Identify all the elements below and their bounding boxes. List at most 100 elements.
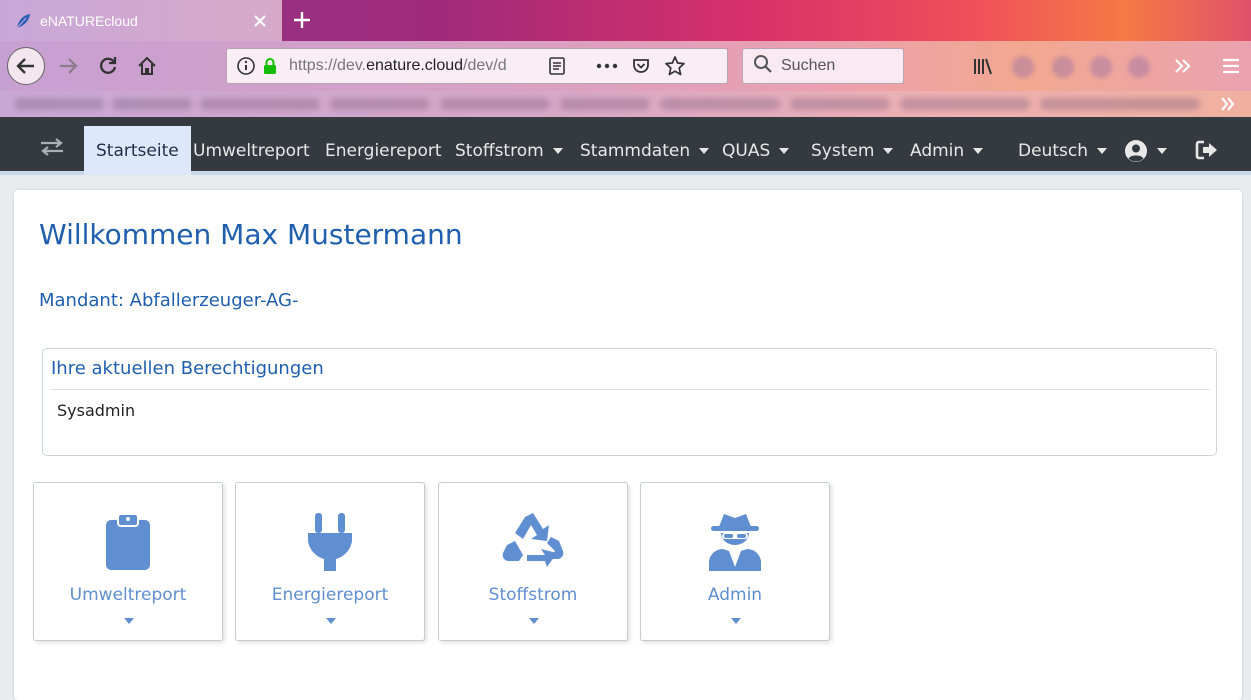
- caret-down-icon: [1157, 148, 1167, 154]
- nav-item-quas[interactable]: QUAS: [722, 126, 790, 175]
- bookmarks-bar: [0, 91, 1251, 117]
- sidebar-toggle-button[interactable]: [38, 136, 66, 158]
- extension-icon[interactable]: [1012, 56, 1034, 78]
- tenant-label: Mandant: Abfallerzeuger-AG-: [39, 290, 299, 311]
- caret-down-icon: [1096, 147, 1107, 154]
- permissions-title: Ihre aktuellen Berechtigungen: [51, 358, 324, 379]
- bookmarks-overflow-button[interactable]: [1216, 93, 1240, 115]
- caret-down-icon: [883, 147, 894, 154]
- bookmark-item[interactable]: [560, 98, 650, 110]
- url-prefix: https://dev.: [289, 57, 367, 74]
- search-bar[interactable]: Suchen: [742, 48, 904, 84]
- nav-item-admin[interactable]: Admin: [910, 126, 984, 175]
- bookmark-item[interactable]: [14, 98, 104, 110]
- hamburger-icon: [1223, 58, 1239, 74]
- recycle-icon: [439, 511, 627, 573]
- caret-down-icon: [552, 147, 563, 154]
- bookmark-item[interactable]: [200, 98, 320, 110]
- browser-tab-bar: eNATUREcloud: [0, 0, 1251, 41]
- exchange-icon: [41, 138, 63, 156]
- app-navbar: Startseite Umweltreport Energiereport St…: [0, 117, 1251, 175]
- permission-role: Sysadmin: [57, 401, 136, 420]
- double-chevron-right-icon: [1221, 97, 1235, 111]
- back-button[interactable]: [7, 47, 45, 85]
- extension-icon[interactable]: [1128, 56, 1150, 78]
- bookmark-item[interactable]: [330, 98, 430, 110]
- tile-energiereport[interactable]: Energiereport: [235, 482, 425, 641]
- tile-umweltreport[interactable]: Umweltreport: [33, 482, 223, 641]
- tab-title: eNATUREcloud: [40, 12, 138, 29]
- logout-button[interactable]: [1194, 138, 1220, 162]
- divider: [50, 389, 1210, 390]
- info-icon[interactable]: [235, 55, 257, 77]
- tile-stoffstrom[interactable]: Stoffstrom: [438, 482, 628, 641]
- tile-admin[interactable]: Admin: [640, 482, 830, 641]
- home-icon: [138, 56, 156, 75]
- language-label: Deutsch: [1018, 140, 1088, 161]
- bookmark-item[interactable]: [900, 98, 1030, 110]
- leaf-icon: [14, 12, 32, 30]
- url-text[interactable]: https://dev.enature.cloud/dev/d: [289, 57, 535, 75]
- plug-icon: [236, 511, 424, 573]
- close-icon[interactable]: [248, 9, 272, 33]
- caret-down-icon: [973, 147, 984, 154]
- nav-item-label: Stoffstrom: [455, 140, 544, 161]
- nav-item-label: Startseite: [96, 140, 179, 161]
- permissions-card: Ihre aktuellen Berechtigungen Sysadmin: [42, 348, 1217, 456]
- bookmark-star-icon[interactable]: [663, 54, 687, 78]
- search-placeholder: Suchen: [781, 57, 836, 74]
- reload-icon: [100, 57, 117, 74]
- browser-toolbar: https://dev.enature.cloud/dev/d Suchen: [0, 41, 1251, 91]
- caret-down-icon: [124, 618, 134, 624]
- user-menu[interactable]: [1124, 139, 1167, 163]
- caret-down-icon: [779, 147, 790, 154]
- caret-down-icon: [731, 618, 741, 624]
- caret-down-icon: [326, 618, 336, 624]
- nav-item-stammdaten[interactable]: Stammdaten: [580, 126, 710, 175]
- bookmark-item[interactable]: [440, 98, 550, 110]
- toolbar-overflow-button[interactable]: [1170, 53, 1196, 79]
- language-selector[interactable]: Deutsch: [1018, 126, 1107, 175]
- nav-item-system[interactable]: System: [811, 126, 894, 175]
- url-path: /dev/d: [463, 57, 507, 74]
- address-bar[interactable]: https://dev.enature.cloud/dev/d: [226, 48, 728, 84]
- tile-label: Admin: [707, 585, 763, 605]
- home-button[interactable]: [133, 52, 161, 80]
- nav-item-umweltreport[interactable]: Umweltreport: [193, 126, 310, 175]
- reader-view-icon[interactable]: [545, 54, 569, 78]
- user-circle-icon: [1125, 140, 1147, 162]
- url-host: enature.cloud: [366, 57, 464, 74]
- hamburger-menu-button[interactable]: [1218, 53, 1244, 79]
- reload-button[interactable]: [94, 52, 122, 80]
- new-tab-button[interactable]: [288, 6, 316, 34]
- tile-label: Energiereport: [271, 585, 389, 605]
- bookmark-item[interactable]: [1040, 98, 1200, 110]
- more-actions-icon[interactable]: [595, 54, 619, 78]
- arrow-left-icon: [16, 58, 34, 74]
- lock-icon[interactable]: [261, 56, 279, 76]
- nav-item-label: System: [811, 140, 875, 161]
- bookmark-item[interactable]: [790, 98, 890, 110]
- extension-icon[interactable]: [1090, 56, 1112, 78]
- library-button[interactable]: [970, 53, 996, 79]
- bookmark-item[interactable]: [112, 98, 192, 110]
- library-icon: [974, 58, 992, 75]
- nav-item-label: Umweltreport: [193, 140, 310, 161]
- forward-button[interactable]: [54, 52, 82, 80]
- user-secret-icon: [641, 511, 829, 573]
- caret-down-icon: [529, 618, 539, 624]
- nav-item-label: QUAS: [722, 140, 771, 161]
- nav-item-startseite[interactable]: Startseite: [84, 126, 191, 175]
- caret-down-icon: [699, 147, 710, 154]
- page-title: Willkommen Max Mustermann: [39, 218, 463, 251]
- browser-tab[interactable]: eNATUREcloud: [0, 0, 282, 41]
- nav-item-energiereport[interactable]: Energiereport: [325, 126, 442, 175]
- clipboard-icon: [34, 511, 222, 573]
- pocket-icon[interactable]: [629, 54, 653, 78]
- main-content: Willkommen Max Mustermann Mandant: Abfal…: [14, 190, 1242, 700]
- double-chevron-right-icon: [1175, 59, 1191, 73]
- bookmark-item[interactable]: [660, 98, 780, 110]
- search-icon: [753, 54, 773, 78]
- nav-item-stoffstrom[interactable]: Stoffstrom: [455, 126, 563, 175]
- extension-icon[interactable]: [1052, 56, 1074, 78]
